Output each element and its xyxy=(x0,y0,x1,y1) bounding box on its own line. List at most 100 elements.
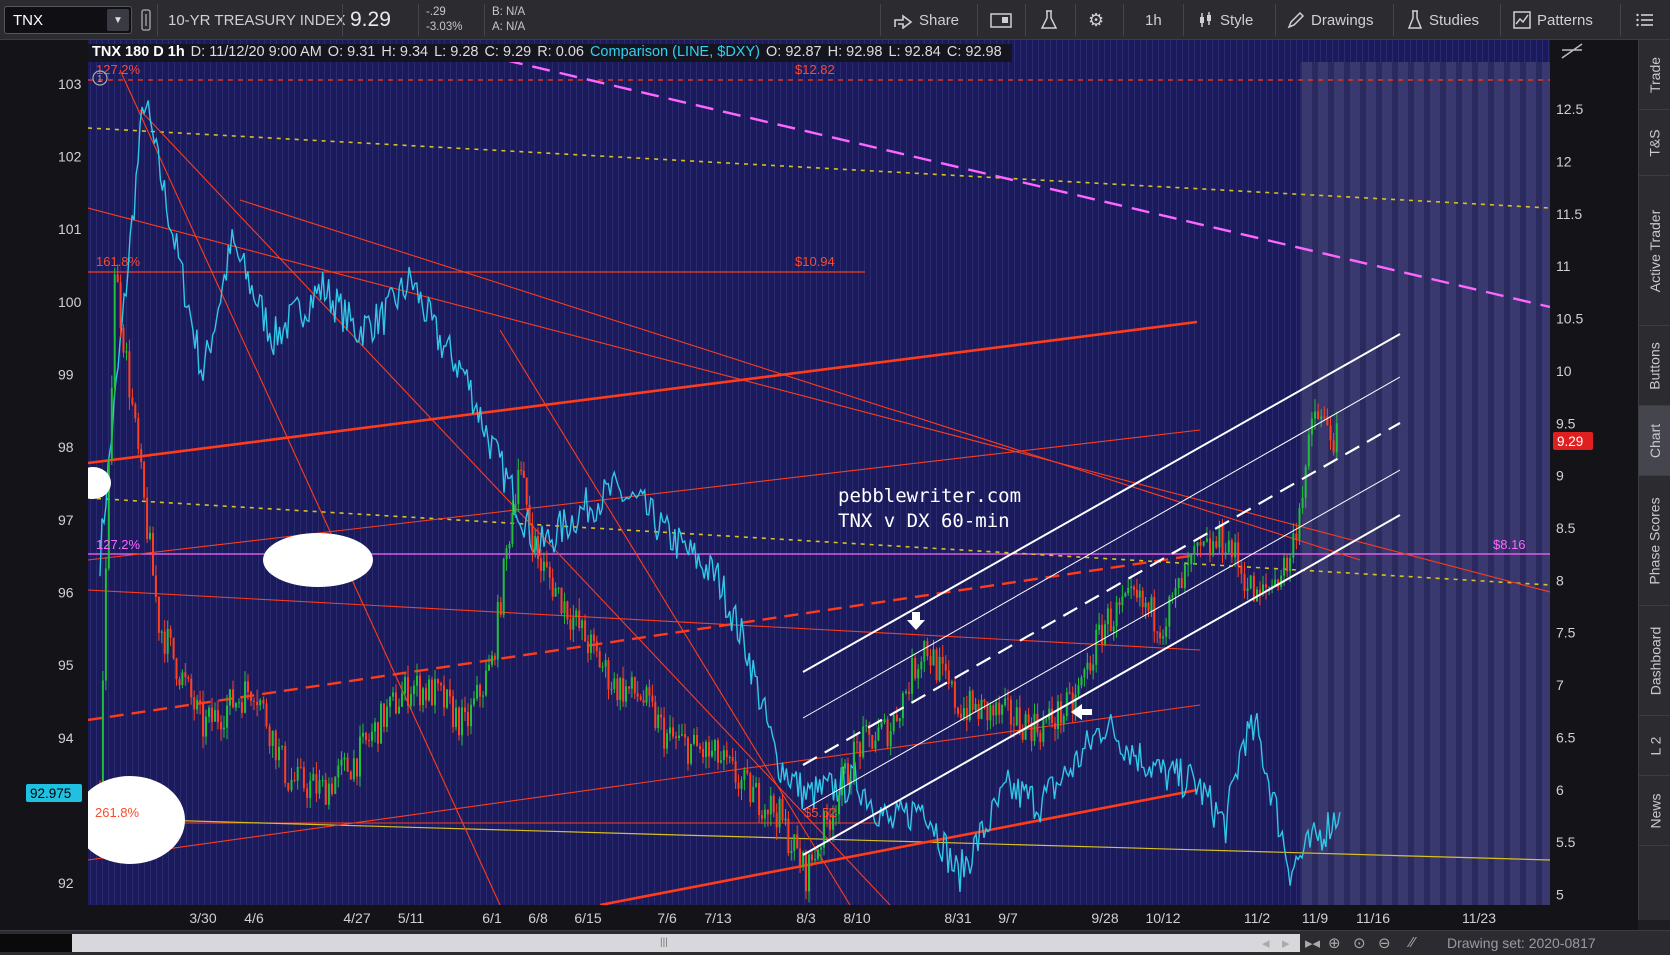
candle-body xyxy=(520,469,523,471)
symbol-dropdown-icon[interactable]: ▼ xyxy=(107,9,129,31)
scrollbar-thumb[interactable] xyxy=(0,934,72,952)
candle-body xyxy=(983,699,986,702)
candle-body xyxy=(318,780,321,794)
candle-body xyxy=(1130,586,1133,588)
candle-body xyxy=(1101,624,1104,645)
top-toolbar: TNX ▼ 10-YR TREASURY INDEX 9.29 -.29 -3.… xyxy=(0,0,1670,40)
symbol-input[interactable]: TNX ▼ xyxy=(4,6,132,34)
candle-body xyxy=(137,418,140,449)
tab-time-and-sales[interactable]: T&S xyxy=(1639,110,1670,176)
candle-body xyxy=(1199,542,1202,546)
candle-body xyxy=(607,660,610,690)
drawing-tool-icon[interactable]: ⁄⁄ xyxy=(1410,934,1415,951)
candle-body xyxy=(1133,586,1135,590)
link-icon[interactable] xyxy=(140,0,152,40)
candle-body xyxy=(808,854,810,892)
tab-buttons[interactable]: Buttons xyxy=(1639,326,1670,406)
menu-icon[interactable] xyxy=(1636,0,1654,40)
tab-level-2[interactable]: L 2 xyxy=(1639,716,1670,776)
expand-time-icon[interactable]: ▸◂ xyxy=(1305,934,1320,952)
tab-active-trader[interactable]: Active Trader xyxy=(1639,176,1670,326)
time-axis-tick: 7/13 xyxy=(704,910,731,926)
flask-icon[interactable] xyxy=(1040,0,1058,40)
style-button[interactable]: Style xyxy=(1198,0,1253,40)
zoom-out-icon[interactable]: ⊖ xyxy=(1378,934,1391,952)
crosshair-icon[interactable]: ⊕ xyxy=(1328,934,1341,952)
candle-body xyxy=(628,686,630,689)
candle-body xyxy=(1329,425,1332,441)
candle-body xyxy=(1246,588,1249,591)
price-chart[interactable]: 10310210110099989796959492 12.51211.5111… xyxy=(0,40,1638,930)
candle-body xyxy=(853,741,855,781)
patterns-button[interactable]: Patterns xyxy=(1513,0,1593,40)
candle-body xyxy=(302,767,305,789)
candle-body xyxy=(1295,533,1298,540)
candle-body xyxy=(731,757,734,761)
left-axis-tick: 92 xyxy=(58,875,74,891)
candle-body xyxy=(416,675,418,686)
candle-body xyxy=(950,681,953,684)
candle-body xyxy=(554,588,557,597)
right-axis-tick: 9 xyxy=(1556,468,1564,484)
candle-body xyxy=(1171,595,1174,597)
gear-icon[interactable]: ⚙ xyxy=(1088,0,1104,40)
chart-area[interactable]: 103 102 101 100 99 98 97 96 95 94 92 12.5 12 11.5 11 1… xyxy=(0,40,1670,930)
tab-phase-scores[interactable]: Phase Scores xyxy=(1639,476,1670,606)
candle-body xyxy=(1205,538,1208,542)
screenshot-icon[interactable] xyxy=(990,0,1012,40)
ask: A: N/A xyxy=(492,21,526,33)
candle-body xyxy=(654,702,657,728)
candle-body xyxy=(476,685,478,699)
percent-change: -3.03% xyxy=(426,21,463,33)
right-axis-tick: 12.5 xyxy=(1556,101,1583,117)
candle-body xyxy=(746,769,749,774)
right-axis-tick: 10.5 xyxy=(1556,311,1583,327)
candle-body xyxy=(657,714,660,728)
candle-body xyxy=(784,818,787,821)
candle-body xyxy=(146,497,149,539)
side-tabs: Trade T&S Active Trader Buttons Chart Ph… xyxy=(1638,40,1670,920)
chart-info-bar: TNX 180 D 1h D: 11/12/20 9:00 AM O: 9.31 H:… xyxy=(88,44,1012,62)
candle-body xyxy=(365,732,367,741)
share-button[interactable]: Share xyxy=(893,0,959,40)
tab-trade[interactable]: Trade xyxy=(1639,40,1670,110)
candle-body xyxy=(505,548,508,559)
candle-body xyxy=(306,788,309,798)
candle-body xyxy=(1138,590,1141,598)
divider xyxy=(484,4,485,36)
candle-body xyxy=(1141,590,1144,608)
tab-chart[interactable]: Chart xyxy=(1639,406,1670,476)
tab-news[interactable]: News xyxy=(1639,776,1670,846)
candle-body xyxy=(811,854,813,861)
candle-body xyxy=(1089,662,1092,671)
candle-body xyxy=(220,722,222,730)
candle-body xyxy=(253,700,255,702)
candle-body xyxy=(714,740,716,751)
tab-dashboard[interactable]: Dashboard xyxy=(1639,606,1670,716)
candle-body xyxy=(395,692,397,714)
interval-button[interactable]: 1h xyxy=(1145,0,1162,40)
drawings-button[interactable]: Drawings xyxy=(1287,0,1374,40)
scroll-right-icon[interactable]: ▸ xyxy=(1282,934,1290,952)
candle-body xyxy=(1106,608,1109,625)
bar-open: O: 9.31 xyxy=(327,44,376,60)
scroll-left-icon[interactable]: ◂ xyxy=(1262,934,1270,952)
divider xyxy=(1123,4,1124,36)
time-axis-tick: 8/10 xyxy=(843,910,870,926)
candle-body xyxy=(844,763,846,769)
candle-body xyxy=(181,672,184,685)
drawing-set-label[interactable]: Drawing set: 2020-0817 xyxy=(1447,935,1596,951)
candle-body xyxy=(702,748,704,758)
candle-body xyxy=(572,617,575,630)
candle-body xyxy=(548,566,551,578)
studies-button[interactable]: Studies xyxy=(1407,0,1479,40)
candle-body xyxy=(584,620,587,642)
time-axis-tick: 6/8 xyxy=(528,910,548,926)
candle-body xyxy=(229,689,231,706)
candle-body xyxy=(296,766,299,781)
time-scrollbar[interactable]: ||| xyxy=(0,934,1300,952)
zoom-icon[interactable]: ⊙ xyxy=(1353,934,1366,952)
candle-body xyxy=(1018,707,1021,731)
time-axis-tick: 7/6 xyxy=(657,910,677,926)
candle-body xyxy=(775,812,778,828)
